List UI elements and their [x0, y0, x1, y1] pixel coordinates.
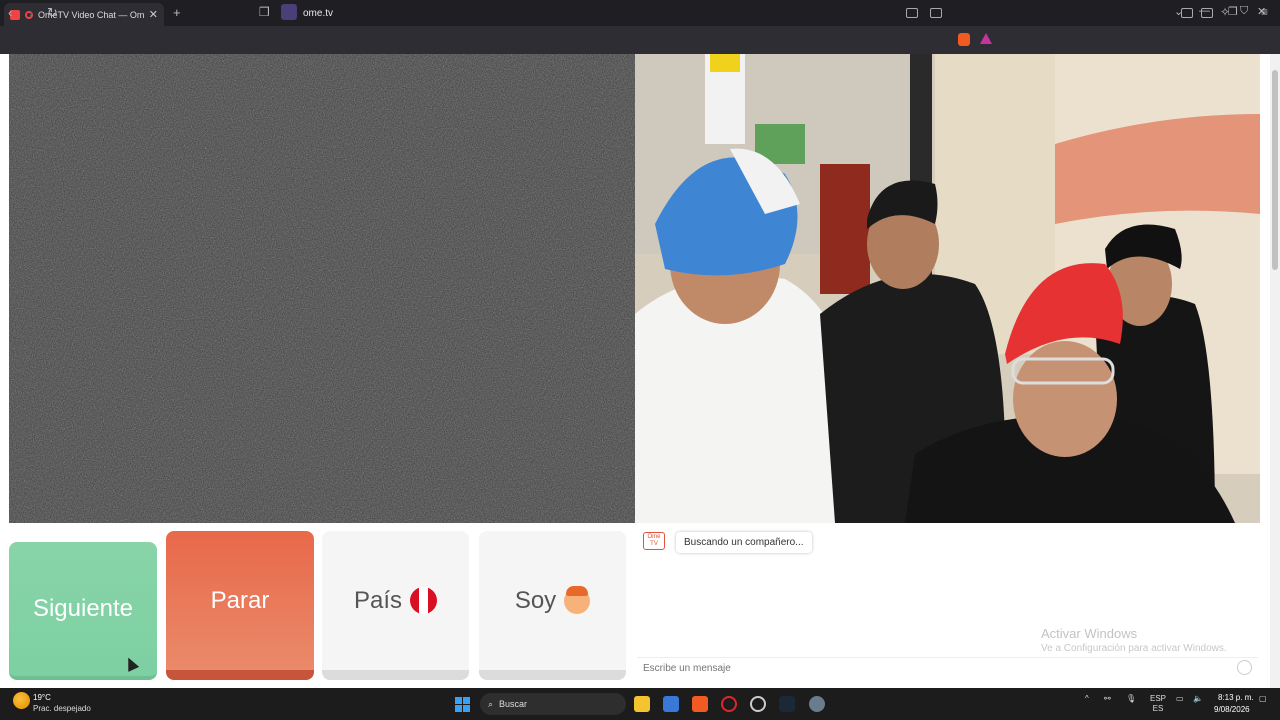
- next-button-label: Siguiente: [32, 595, 134, 622]
- address-bar-row: [0, 26, 1280, 54]
- forward-icon[interactable]: ›: [29, 5, 33, 20]
- windows-start-icon[interactable]: [455, 697, 470, 712]
- stop-button-label: Parar: [210, 586, 270, 614]
- site-camera-icon: [281, 4, 297, 20]
- language-secondary: ES: [1152, 704, 1164, 713]
- taskbar-search[interactable]: ⌕ Buscar: [480, 693, 626, 715]
- boy-face-icon: [564, 585, 591, 614]
- wallet-icon[interactable]: [1201, 8, 1213, 18]
- new-tab-button[interactable]: +: [173, 5, 181, 20]
- chat-message-input[interactable]: [637, 657, 1258, 679]
- bookmark-icon[interactable]: ❒: [259, 5, 270, 19]
- language-primary: ESP: [1150, 694, 1167, 703]
- menu-icon[interactable]: ≡: [1261, 5, 1268, 19]
- opera-icon[interactable]: [721, 696, 737, 712]
- notifications-icon[interactable]: ▢: [1259, 694, 1267, 703]
- volume-icon[interactable]: 🔈: [1193, 694, 1203, 703]
- weather-temperature[interactable]: 19°C: [33, 693, 51, 702]
- own-camera-video: [635, 54, 1260, 523]
- gender-button[interactable]: Soy: [479, 531, 626, 680]
- activate-windows-title: Activar Windows: [1041, 626, 1138, 641]
- tray-chevron-up-icon[interactable]: ^: [1085, 694, 1089, 703]
- cast-icon[interactable]: [930, 8, 942, 18]
- brave-rewards-icon[interactable]: [980, 33, 992, 44]
- chat-status-message: Buscando un compañero...: [676, 532, 812, 553]
- browser-tab-strip: [0, 0, 1280, 26]
- clock-date[interactable]: 9/08/2026: [1214, 705, 1250, 714]
- microsoft-store-icon[interactable]: [663, 696, 679, 712]
- search-icon: ⌕: [488, 698, 494, 709]
- url-text[interactable]: ome.tv: [303, 8, 333, 19]
- settings-gear-icon[interactable]: [809, 696, 825, 712]
- close-tab-icon[interactable]: ✕: [149, 8, 158, 21]
- leo-ai-icon[interactable]: ✧: [1220, 5, 1230, 19]
- file-explorer-icon[interactable]: [634, 696, 650, 712]
- steam-icon[interactable]: [779, 696, 795, 712]
- microphone-icon[interactable]: 🎙: [1126, 694, 1136, 703]
- chrome-icon[interactable]: [750, 696, 766, 712]
- weather-condition[interactable]: Prac. despejado: [33, 704, 91, 713]
- country-button-label: País: [353, 586, 403, 614]
- scrollbar-thumb[interactable]: [1272, 70, 1278, 270]
- wifi-icon[interactable]: ▭: [1176, 694, 1184, 703]
- partner-video-static: [9, 54, 635, 523]
- gender-button-label: Soy: [514, 586, 557, 614]
- translate-icon[interactable]: [906, 8, 918, 18]
- browser-tab[interactable]: OmeTV Video Chat — Omegle ✕: [4, 3, 164, 26]
- peru-flag-icon: [410, 587, 438, 614]
- country-button[interactable]: País: [322, 531, 469, 680]
- clock-time[interactable]: 8:13 p. m.: [1218, 693, 1254, 702]
- emoji-picker-icon[interactable]: [1237, 660, 1252, 675]
- stop-button[interactable]: Parar: [166, 531, 314, 680]
- activate-windows-subtitle: Ve a Configuración para activar Windows.: [1041, 643, 1227, 654]
- brave-browser-icon[interactable]: [692, 696, 708, 712]
- taskbar-search-label: Buscar: [499, 699, 528, 709]
- language-indicator[interactable]: ESP ES: [1150, 694, 1166, 714]
- sidebar-icon[interactable]: [1181, 8, 1193, 18]
- reload-icon[interactable]: ↻: [47, 5, 58, 21]
- brave-shield-icon[interactable]: [958, 33, 970, 46]
- back-icon[interactable]: ‹: [8, 5, 12, 20]
- vpn-shield-icon[interactable]: ⛉: [1240, 5, 1248, 18]
- network-icon[interactable]: ⚯: [1104, 694, 1111, 703]
- weather-sun-icon[interactable]: [13, 692, 30, 709]
- ometv-logo-icon: Ome TV: [643, 532, 665, 550]
